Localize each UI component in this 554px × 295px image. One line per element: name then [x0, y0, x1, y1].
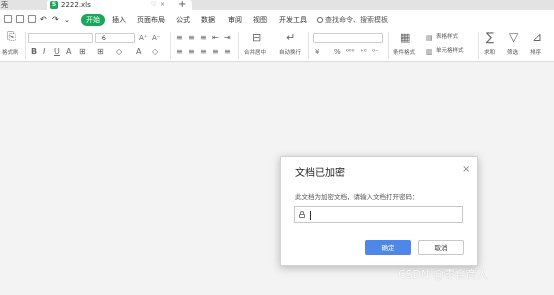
lock-icon — [299, 211, 305, 218]
justify-icon[interactable]: ≡ — [212, 47, 219, 57]
fill-color-icon[interactable]: ◇ — [116, 47, 122, 57]
pin-icon[interactable]: ♡ — [151, 0, 156, 10]
tab-bar: 壳 S 2222.xls ♡ × + — [0, 0, 554, 10]
undo-icon[interactable]: ↶ — [40, 14, 47, 26]
search-label: 查找命令、搜索模板 — [325, 16, 388, 24]
align-right-icon[interactable]: ≡ — [200, 47, 207, 57]
increase-font-icon[interactable]: A⁺ — [139, 33, 147, 43]
underline-icon[interactable]: U — [54, 47, 60, 57]
cell-style-icon[interactable]: ▥ — [426, 47, 433, 57]
ribbon-divider — [25, 32, 26, 59]
ribbon-divider — [388, 32, 389, 59]
number-format-select[interactable] — [313, 33, 383, 43]
export-icon[interactable] — [16, 15, 24, 23]
border-icon[interactable]: ⊞ — [79, 47, 86, 57]
close-tab-icon[interactable]: × — [160, 0, 165, 10]
table-style-icon[interactable]: ▤ — [426, 33, 433, 43]
file-tab-name: 2222.xls — [61, 1, 91, 9]
font-size-select[interactable]: 6 — [95, 33, 135, 43]
ribbon: ⎘ 格式刷 6 A⁺ A⁻ B I U A ⊞ ⊞ ◇ A ◇ ≡ ≡ ≡ ⇤ … — [0, 30, 554, 62]
tab-page-layout[interactable]: 页面布局 — [137, 14, 165, 26]
thousands-icon[interactable]: ⁰⁰⁰ — [346, 47, 354, 57]
text-color-icon[interactable]: A — [136, 47, 141, 57]
merge-center-icon[interactable]: ⊟ — [252, 32, 261, 43]
align-middle-icon[interactable]: ≡ — [188, 33, 195, 43]
print-icon[interactable] — [28, 15, 36, 23]
tab-left-label[interactable]: 壳 — [0, 0, 8, 10]
ribbon-divider — [170, 32, 171, 59]
sum-icon[interactable]: ∑ — [486, 31, 494, 43]
save-icon[interactable] — [4, 15, 12, 23]
font-name-select[interactable] — [28, 33, 93, 43]
align-center-icon[interactable]: ≡ — [188, 47, 195, 57]
password-field[interactable] — [294, 206, 463, 223]
spreadsheet-file-icon: S — [50, 1, 58, 9]
search-icon — [317, 17, 323, 23]
align-top-icon[interactable]: ≡ — [176, 33, 183, 43]
password-dialog: 文档已加密 × 此文档为加密文档，请输入文档打开密码： 确定 取消 — [280, 156, 478, 266]
cancel-button[interactable]: 取消 — [418, 240, 464, 255]
table-style-label[interactable]: 表格样式 — [436, 34, 458, 41]
sort-icon[interactable]: ⊿ — [532, 31, 542, 43]
distributed-icon[interactable]: ≡ — [224, 47, 231, 57]
bold-icon[interactable]: B — [31, 47, 37, 57]
sort-label[interactable]: 排序 — [530, 50, 541, 57]
cell-style-label[interactable]: 单元格样式 — [436, 48, 464, 55]
clear-format-icon[interactable]: ◇ — [152, 47, 158, 57]
ok-button[interactable]: 确定 — [365, 240, 411, 255]
conditional-format-icon[interactable]: ▦ — [400, 32, 410, 43]
tab-data[interactable]: 数据 — [201, 14, 215, 26]
indent-decrease-icon[interactable]: ⇤ — [212, 33, 219, 43]
conditional-format-label[interactable]: 条件格式 — [393, 50, 415, 57]
font-size-value: 6 — [102, 35, 106, 42]
ribbon-divider — [478, 32, 479, 59]
percent-icon[interactable]: % — [334, 47, 341, 57]
add-tab-button[interactable]: + — [178, 0, 186, 10]
tab-view[interactable]: 视图 — [253, 14, 267, 26]
ribbon-divider — [238, 32, 239, 59]
tab-home[interactable]: 开始 — [81, 14, 105, 26]
file-tab[interactable]: S 2222.xls ♡ × — [47, 0, 192, 10]
redo-icon[interactable]: ↷ — [52, 14, 59, 26]
wrap-text-icon[interactable]: ↵ — [286, 32, 295, 43]
filter-icon[interactable]: ▽ — [509, 31, 518, 43]
format-painter-label[interactable]: 格式刷 — [2, 50, 19, 57]
decrease-decimal-icon[interactable]: ⁰⁻ — [372, 47, 379, 57]
wrap-text-label[interactable]: 自动换行 — [279, 50, 301, 57]
format-painter-icon[interactable]: ⎘ — [7, 31, 16, 42]
tab-review[interactable]: 审阅 — [228, 14, 242, 26]
currency-icon[interactable]: ¥ — [315, 47, 319, 57]
watermark: CSDN @零食商人 — [398, 268, 488, 281]
quick-access-more-icon[interactable]: ⌄ — [64, 14, 70, 26]
font-color-icon[interactable]: A — [66, 47, 71, 57]
close-icon[interactable]: × — [462, 165, 470, 175]
increase-decimal-icon[interactable]: ⁺⁰ — [360, 47, 367, 57]
menu-row: ↶ ↷ ⌄ 开始 插入 页面布局 公式 数据 审阅 视图 开发工具 查找命令、搜… — [0, 10, 554, 30]
italic-icon[interactable]: I — [43, 47, 45, 57]
sum-label[interactable]: 求和 — [484, 50, 495, 57]
dialog-title: 文档已加密 — [295, 168, 345, 179]
command-search[interactable]: 查找命令、搜索模板 — [317, 14, 388, 26]
cell-border-icon[interactable]: ⊞ — [97, 47, 104, 57]
merge-center-label[interactable]: 合并居中 — [244, 50, 266, 57]
indent-increase-icon[interactable]: ⇥ — [224, 33, 231, 43]
align-left-icon[interactable]: ≡ — [176, 47, 183, 57]
tab-formulas[interactable]: 公式 — [176, 14, 190, 26]
align-bottom-icon[interactable]: ≡ — [200, 33, 207, 43]
decrease-font-icon[interactable]: A⁻ — [152, 33, 160, 43]
tab-insert[interactable]: 插入 — [112, 14, 126, 26]
text-caret — [310, 211, 311, 220]
ribbon-divider — [308, 32, 309, 59]
tab-developer[interactable]: 开发工具 — [279, 14, 307, 26]
filter-label[interactable]: 筛选 — [507, 50, 518, 57]
dialog-message: 此文档为加密文档，请输入文档打开密码： — [295, 193, 419, 201]
